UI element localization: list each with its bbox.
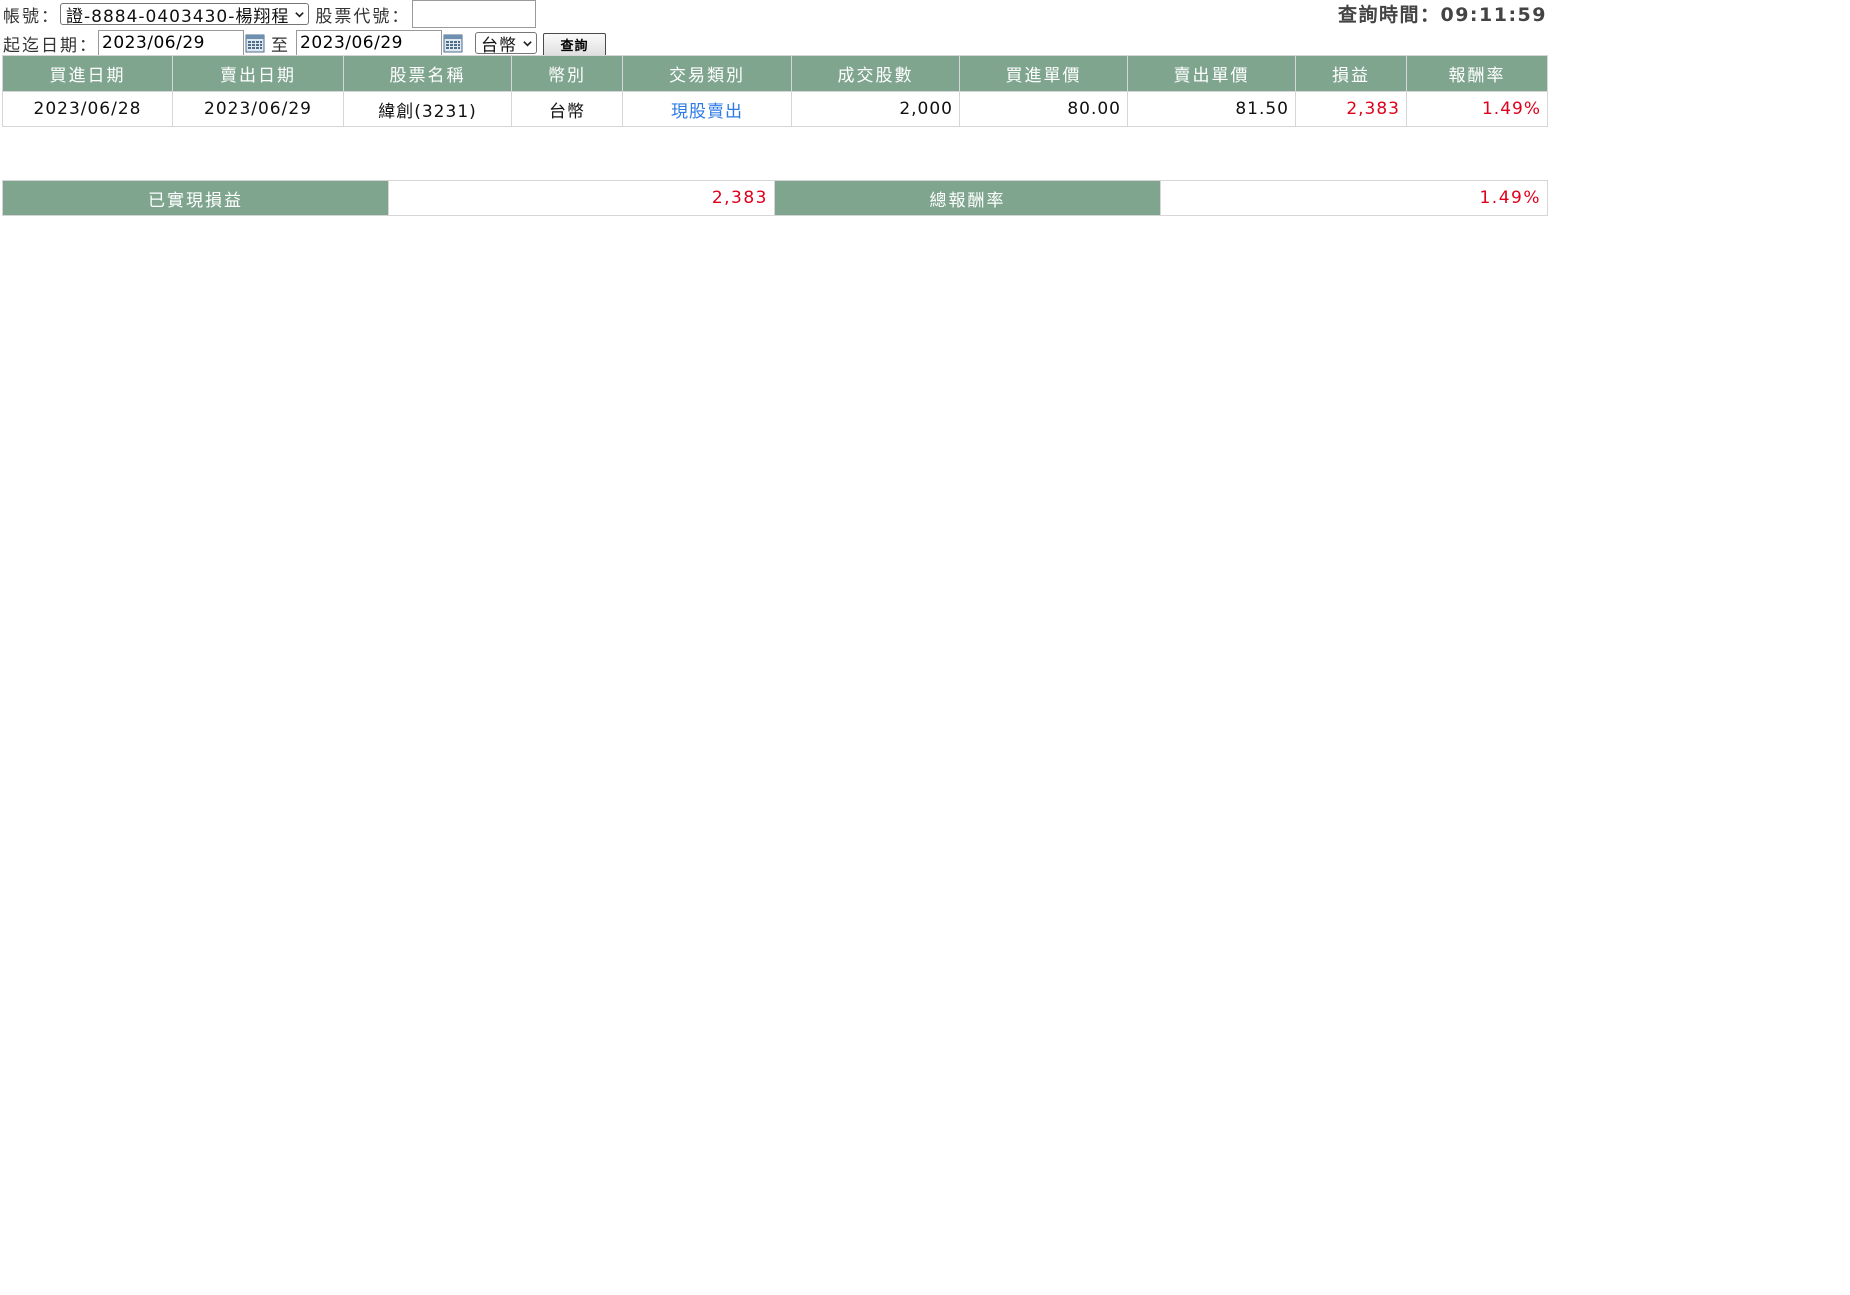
cell-buy-price: 80.00 [959, 91, 1128, 127]
calendar-icon[interactable] [245, 33, 265, 53]
cell-currency: 台幣 [511, 91, 623, 127]
filter-row-dates: 起迄日期： 至 台幣 查詢 [3, 29, 606, 57]
filter-row-account: 帳號： 證-8884-0403430-楊翔程 股票代號： [3, 0, 537, 28]
header-sell-date: 賣出日期 [172, 55, 344, 92]
header-profit: 損益 [1295, 55, 1407, 92]
date-range-label: 起迄日期： [3, 35, 98, 56]
header-trade-type: 交易類別 [622, 55, 792, 92]
summary-row: 已實現損益 2,383 總報酬率 1.49% [2, 180, 1548, 216]
table-row: 2023/06/28 2023/06/29 緯創(3231) 台幣 現股賣出 2… [2, 91, 1548, 127]
currency-select[interactable]: 台幣 [475, 32, 537, 56]
stock-code-label: 股票代號： [315, 6, 411, 27]
header-shares: 成交股數 [791, 55, 960, 92]
header-currency: 幣別 [511, 55, 623, 92]
account-label: 帳號： [3, 6, 60, 27]
chevron-down-icon [295, 11, 305, 18]
cell-shares: 2,000 [791, 91, 960, 127]
cell-profit: 2,383 [1295, 91, 1407, 127]
cell-stock-name: 緯創(3231) [343, 91, 512, 127]
trade-type-link[interactable]: 現股賣出 [622, 91, 792, 127]
header-sell-price: 賣出單價 [1127, 55, 1296, 92]
header-buy-date: 買進日期 [2, 55, 173, 92]
header-buy-price: 買進單價 [959, 55, 1128, 92]
header-return-rate: 報酬率 [1406, 55, 1548, 92]
summary-table: 已實現損益 2,383 總報酬率 1.49% [2, 180, 1548, 216]
query-time: 查詢時間：09:11:59 [1337, 3, 1547, 26]
cell-buy-date: 2023/06/28 [2, 91, 173, 127]
chevron-down-icon [523, 40, 532, 47]
to-label: 至 [271, 35, 290, 56]
realized-profit-value: 2,383 [388, 180, 775, 216]
header-stock-name: 股票名稱 [343, 55, 512, 92]
end-date-input[interactable] [296, 29, 442, 57]
cell-sell-date: 2023/06/29 [172, 91, 344, 127]
currency-select-value: 台幣 [481, 35, 517, 56]
cell-return-rate: 1.49% [1406, 91, 1548, 127]
total-return-label: 總報酬率 [774, 180, 1161, 216]
table-header-row: 買進日期 賣出日期 股票名稱 幣別 交易類別 成交股數 買進單價 賣出單價 損益… [2, 55, 1548, 92]
account-select-value: 證-8884-0403430-楊翔程 [66, 6, 290, 27]
stock-code-input[interactable] [412, 0, 537, 28]
account-select[interactable]: 證-8884-0403430-楊翔程 [60, 3, 310, 27]
total-return-value: 1.49% [1160, 180, 1548, 216]
cell-sell-price: 81.50 [1127, 91, 1296, 127]
realized-profit-label: 已實現損益 [2, 180, 389, 216]
calendar-icon[interactable] [443, 33, 463, 53]
results-table: 買進日期 賣出日期 股票名稱 幣別 交易類別 成交股數 買進單價 賣出單價 損益… [2, 55, 1548, 127]
start-date-input[interactable] [98, 29, 244, 57]
query-button[interactable]: 查詢 [543, 32, 606, 57]
